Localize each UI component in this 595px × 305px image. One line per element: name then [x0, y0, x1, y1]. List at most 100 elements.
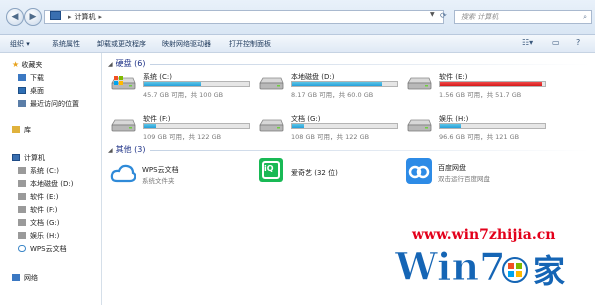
group-divider — [150, 150, 590, 151]
back-button[interactable]: ◀ — [6, 8, 24, 26]
group-header-other[interactable]: ◢ 其他 (3) — [108, 144, 146, 155]
system-properties-button[interactable]: 系统属性 — [52, 39, 80, 49]
item-name: 百度网盘 — [438, 164, 466, 172]
sidebar-item-label: WPS云文档 — [30, 245, 67, 253]
computer-label: 计算机 — [24, 154, 45, 162]
view-options-icon[interactable]: ☷▾ — [522, 38, 533, 47]
breadcrumb-arrow-icon: ▸ — [68, 13, 72, 21]
computer-icon — [50, 11, 61, 20]
search-placeholder: 搜索 计算机 — [461, 13, 499, 21]
address-bar-area: ◀ ▶ ▸ 计算机 ▸ ▼ ⟳ 搜索 计算机 ⌕ — [0, 0, 595, 35]
library-icon — [12, 126, 20, 133]
address-field[interactable]: ▸ 计算机 ▸ — [44, 10, 444, 24]
sidebar-item-label: 软件 (F:) — [30, 206, 58, 214]
sidebar-item-drive-f[interactable]: 软件 (F:) — [18, 205, 58, 215]
drive-tile[interactable]: 系统 (C:) 45.7 GB 可用，共 100 GB — [110, 72, 255, 99]
hard-drive-icon — [407, 77, 432, 90]
network-icon — [12, 274, 20, 281]
sidebar-item-label: 软件 (E:) — [30, 193, 59, 201]
preview-pane-icon[interactable]: ▭ — [552, 38, 560, 47]
map-network-drive-button[interactable]: 映射网络驱动器 — [162, 39, 211, 49]
drive-tile[interactable]: 文档 (G:) 108 GB 可用，共 122 GB — [258, 114, 403, 141]
sidebar-item-drive-d[interactable]: 本地磁盘 (D:) — [18, 179, 73, 189]
hard-drive-icon — [111, 119, 136, 132]
group-label: 其他 (3) — [115, 145, 146, 154]
sidebar-item-label: 系统 (C:) — [30, 167, 59, 175]
sidebar-network[interactable]: 网络 — [12, 273, 38, 283]
forward-button[interactable]: ▶ — [24, 8, 42, 26]
organize-menu[interactable]: 组织 ▾ — [10, 39, 30, 49]
svg-text:Win7.: Win7. — [395, 244, 519, 289]
sidebar-item-drive-g[interactable]: 文档 (G:) — [18, 218, 59, 228]
sidebar-item-label: 桌面 — [30, 87, 44, 95]
sidebar-favorites[interactable]: ★ 收藏夹 — [12, 60, 42, 70]
drive-free-space: 8.17 GB 可用，共 60.0 GB — [291, 91, 374, 99]
sidebar-item-label: 娱乐 (H:) — [30, 232, 60, 240]
recent-places-icon — [18, 100, 26, 107]
sidebar-item-wps[interactable]: WPS云文档 — [18, 244, 67, 254]
drive-usage-fill — [144, 124, 156, 128]
favorites-label: 收藏夹 — [21, 61, 43, 69]
download-folder-icon — [18, 74, 26, 81]
drive-tile[interactable]: 娱乐 (H:) 96.6 GB 可用，共 121 GB — [406, 114, 551, 141]
item-wps-cloud[interactable]: WPS云文档 系统文件夹 — [110, 160, 250, 190]
drive-usage-fill — [292, 82, 383, 86]
drive-usage-fill — [440, 82, 542, 86]
baidu-netdisk-icon — [406, 158, 432, 184]
sidebar-item-drive-c[interactable]: 系统 (C:) — [18, 166, 59, 176]
drive-icon — [18, 180, 26, 187]
sidebar-item-label: 最近访问的位置 — [30, 100, 79, 108]
computer-icon — [12, 154, 20, 161]
sidebar-item-recent[interactable]: 最近访问的位置 — [18, 99, 79, 109]
cloud-icon — [18, 245, 26, 252]
drive-tile[interactable]: 软件 (F:) 109 GB 可用，共 122 GB — [110, 114, 255, 141]
svg-text:家: 家 — [533, 252, 565, 290]
drive-icon — [18, 193, 26, 200]
drive-usage-bar — [143, 123, 250, 129]
breadcrumb-computer[interactable]: 计算机 — [75, 13, 96, 21]
drive-usage-bar — [439, 81, 546, 87]
network-label: 网络 — [24, 274, 38, 282]
drive-icon — [18, 219, 26, 226]
drive-free-space: 45.7 GB 可用，共 100 GB — [143, 91, 224, 99]
item-iqiyi[interactable]: iQ 爱奇艺 (32 位) — [259, 158, 399, 188]
drive-tile[interactable]: 本地磁盘 (D:) 8.17 GB 可用，共 60.0 GB — [258, 72, 403, 99]
refresh-icon[interactable]: ⟳ — [440, 11, 447, 20]
drive-usage-bar — [291, 123, 398, 129]
hard-drive-icon — [259, 119, 284, 132]
drive-usage-bar — [291, 81, 398, 87]
sidebar-item-label: 下载 — [30, 74, 44, 82]
item-baidu-netdisk[interactable]: 百度网盘 双击运行百度网盘 — [406, 158, 566, 188]
library-label: 库 — [24, 126, 31, 134]
sidebar-item-desktop[interactable]: 桌面 — [18, 86, 44, 96]
drive-free-space: 108 GB 可用，共 122 GB — [291, 133, 370, 141]
sidebar-item-drive-e[interactable]: 软件 (E:) — [18, 192, 58, 202]
watermark-url: www.win7zhijia.cn — [412, 227, 556, 243]
group-header-drives[interactable]: ◢ 硬盘 (6) — [108, 58, 146, 69]
sidebar-libraries[interactable]: 库 — [12, 125, 31, 135]
navigation-pane: ★ 收藏夹 下载 桌面 最近访问的位置 库 计算机 系统 (C:) 本地磁盘 (… — [0, 53, 102, 305]
command-bar: 组织 ▾ 系统属性 卸载或更改程序 映射网络驱动器 打开控制面板 ☷▾ ▭ ? — [0, 35, 595, 53]
search-icon[interactable]: ⌕ — [583, 11, 587, 23]
open-control-panel-button[interactable]: 打开控制面板 — [229, 39, 271, 49]
uninstall-program-button[interactable]: 卸载或更改程序 — [97, 39, 146, 49]
sidebar-item-drive-h[interactable]: 娱乐 (H:) — [18, 231, 59, 241]
sidebar-item-label: 本地磁盘 (D:) — [30, 180, 74, 188]
iqiyi-icon: iQ — [259, 158, 283, 182]
drive-usage-fill — [440, 124, 461, 128]
group-divider — [150, 64, 590, 65]
item-description: 系统文件夹 — [142, 177, 175, 185]
cloud-icon — [110, 164, 136, 183]
drive-icon — [18, 232, 26, 239]
address-dropdown-icon[interactable]: ▼ — [430, 11, 435, 18]
drive-usage-fill — [292, 124, 304, 128]
star-icon: ★ — [12, 60, 20, 69]
hard-drive-icon — [259, 77, 284, 90]
drive-tile[interactable]: 软件 (E:) 1.56 GB 可用，共 51.7 GB — [406, 72, 551, 99]
drive-usage-bar — [439, 123, 546, 129]
drive-free-space: 1.56 GB 可用，共 51.7 GB — [439, 91, 522, 99]
search-input[interactable]: 搜索 计算机 ⌕ — [454, 10, 592, 24]
sidebar-computer[interactable]: 计算机 — [12, 153, 45, 163]
sidebar-item-downloads[interactable]: 下载 — [18, 73, 44, 83]
help-icon[interactable]: ? — [576, 38, 580, 47]
